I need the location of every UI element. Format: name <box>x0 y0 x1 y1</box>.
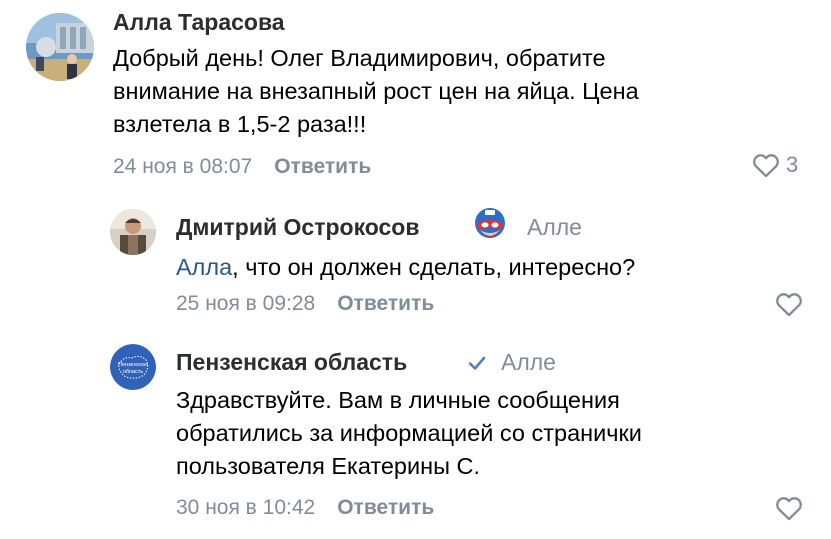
avatar-text-line-2: область <box>123 369 143 375</box>
comment-text-line: Здравствуйте. Вам в личные сообщения <box>176 387 620 413</box>
logo-avatar: Пензенская область <box>110 344 156 390</box>
comment-date[interactable]: 30 ноя в 10:42 <box>176 496 315 519</box>
verified-check-icon <box>466 352 488 374</box>
comment-text: Здравствуйте. Вам в личные сообщения обр… <box>176 384 642 483</box>
like-button[interactable] <box>775 495 803 521</box>
heart-outline-icon <box>776 497 802 521</box>
comment-text-line: обратились за информацией со странички <box>176 420 642 446</box>
reply-to[interactable]: Алле <box>501 349 556 376</box>
avatar-text-line-1: Пензенская <box>118 362 148 368</box>
comment-meta: 30 ноя в 10:42 Ответить <box>176 496 434 520</box>
comment-author[interactable]: Пензенская область <box>176 349 407 376</box>
avatar-penza-region[interactable]: Пензенская область <box>110 344 156 390</box>
reply-button[interactable]: Ответить <box>337 496 434 519</box>
comment-penza-region: Пензенская область Пензенская область Ал… <box>0 0 831 539</box>
comment-text-line: пользователя Екатерины С. <box>176 453 481 479</box>
